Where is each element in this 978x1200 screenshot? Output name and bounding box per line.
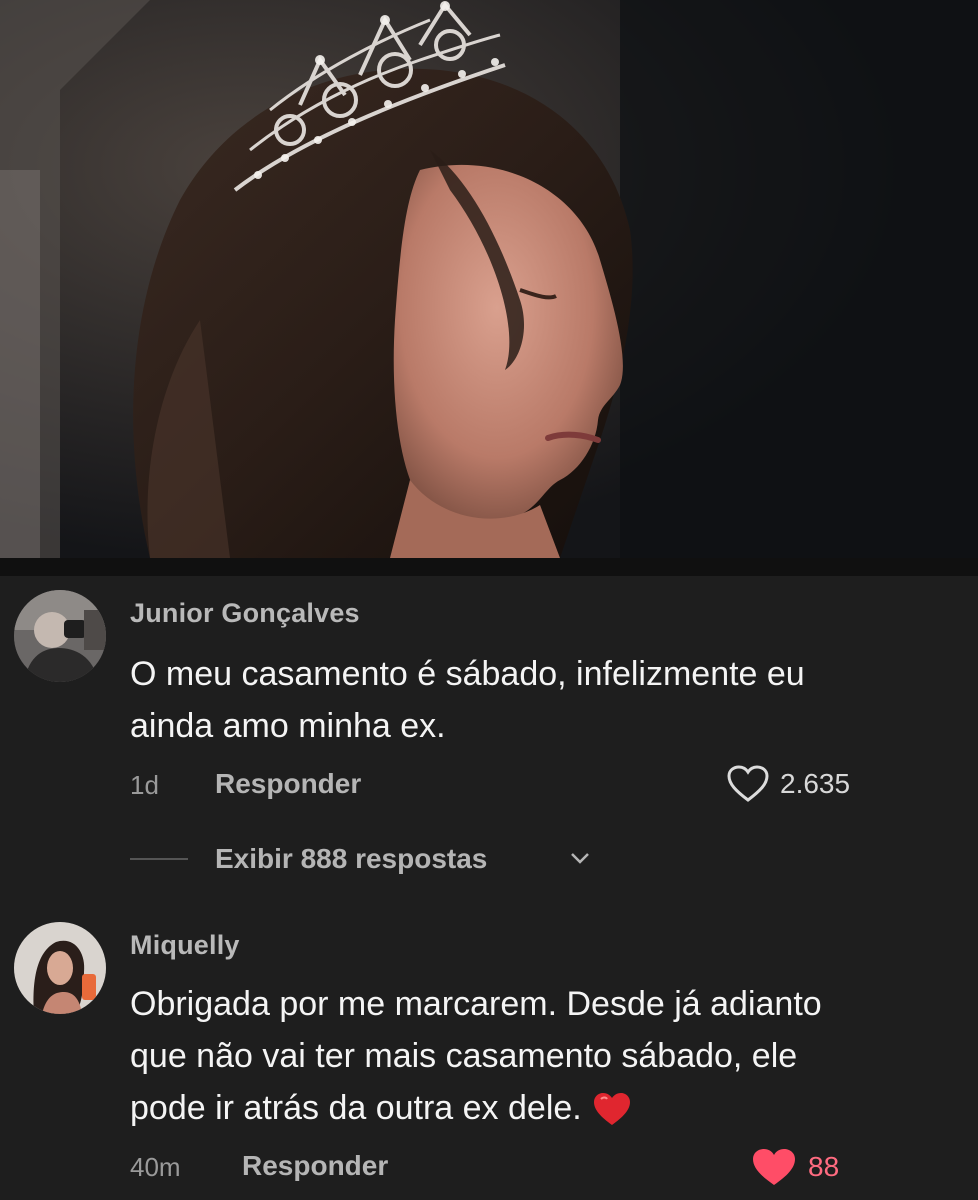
replies-divider-line	[130, 858, 188, 860]
video-frame[interactable]	[0, 0, 978, 558]
like-count: 88	[808, 1151, 840, 1182]
avatar[interactable]	[14, 590, 106, 682]
heart-filled-icon	[753, 1149, 795, 1185]
like-button[interactable]: 2.635	[726, 764, 850, 804]
chevron-down-icon[interactable]	[568, 848, 592, 868]
reply-button[interactable]: Responder	[242, 1150, 388, 1182]
comment-timestamp: 1d	[130, 770, 159, 800]
comment-text-line: que não vai ter mais casamento sábado, e…	[130, 1037, 798, 1075]
comment-text-line-last: pode ir atrás da outra ex dele.	[130, 1082, 950, 1134]
comment-username[interactable]: Miquelly	[130, 930, 240, 961]
frame-divider	[0, 558, 978, 576]
comment-text: O meu casamento é sábado, infelizmente e…	[130, 648, 950, 752]
comment-timestamp: 40m	[130, 1152, 181, 1182]
red-heart-emoji-icon	[593, 1093, 630, 1126]
avatar[interactable]	[14, 922, 106, 1014]
comment-text-line: ainda amo minha ex.	[130, 707, 446, 745]
heart-outline-icon	[727, 765, 769, 802]
comment-text-line: O meu casamento é sábado, infelizmente e…	[130, 655, 805, 693]
avatar-image	[14, 590, 106, 682]
view-replies-button[interactable]: Exibir 888 respostas	[215, 843, 487, 875]
comment-username[interactable]: Junior Gonçalves	[130, 598, 360, 629]
like-button[interactable]: 88	[750, 1146, 839, 1188]
video-thumbnail-image	[0, 0, 978, 558]
comment-text-line: Obrigada por me marcarem. Desde já adian…	[130, 985, 822, 1023]
like-count: 2.635	[780, 768, 851, 799]
avatar-image	[14, 922, 106, 1014]
comment-text: Obrigada por me marcarem. Desde já adian…	[130, 978, 950, 1134]
reply-button[interactable]: Responder	[215, 768, 361, 800]
comment-text-fragment: pode ir atrás da outra ex dele.	[130, 1089, 582, 1127]
